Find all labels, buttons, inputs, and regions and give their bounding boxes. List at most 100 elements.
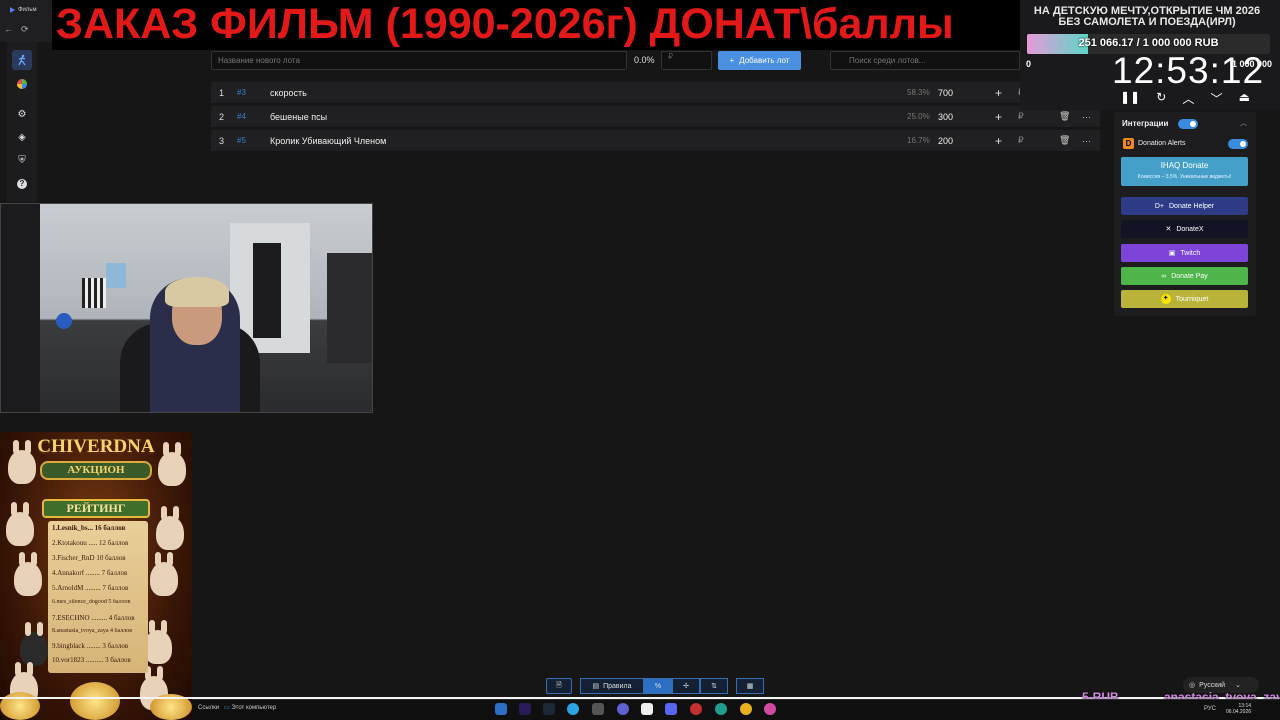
lot-percent: 58.3% [907,88,930,97]
chevron-up-icon[interactable]: ︿ [1182,90,1194,107]
lot-row[interactable]: 1 #3 скорость 58.3% 700 + ₽ 🗑 ··· [211,82,1100,103]
wheel-icon[interactable] [12,74,32,94]
rules-label: Правила [603,682,632,690]
runner-icon[interactable] [12,50,32,70]
ihaq-donate-subtitle: Комиссия – 3,5%. Уникальные виджеты! [1137,174,1232,180]
chevron-down-icon[interactable]: ﹀ [1211,90,1223,107]
notion-icon[interactable] [641,703,653,715]
integrations-title: Интеграции [1122,119,1169,128]
rating-row: 5.ArnoldM ......... 7 баллов [52,584,129,592]
browser-tab-label: Фильм [18,7,37,13]
tourniquet-button[interactable]: ✦ Tourniquet [1121,290,1248,308]
stream-overlay-title: ЗАКАЗ ФИЛЬМ (1990-2026г) ДОНАТ\баллы [52,0,1020,50]
help-icon[interactable]: ? [12,174,32,194]
lot-amount[interactable]: 300 [938,112,953,122]
taskbar-computer[interactable]: ▭ Этот компьютер [224,704,276,711]
add-lot-button[interactable]: + Добавить лот [718,51,801,70]
chevron-up-icon[interactable]: ︿ [1240,118,1247,128]
more-icon[interactable]: ··· [1082,136,1091,146]
obs-icon[interactable] [690,703,702,715]
app-sidebar: ⚙ ◈ ⛨ ? [7,42,37,202]
telegram-icon[interactable] [567,703,579,715]
donation-alerts-toggle[interactable] [1228,139,1248,149]
donate-pay-label: Donate Pay [1171,272,1208,280]
steam-icon[interactable] [543,703,555,715]
donatex-button[interactable]: ✕ DonateX [1121,220,1248,238]
donate-pay-icon: ∞ [1161,272,1167,280]
twitch-label: Twitch [1180,249,1201,257]
browser-tab[interactable]: Фильм [10,3,58,17]
donation-goal-text: 251 066.17 / 1 000 000 RUB [1078,37,1219,49]
save-icon[interactable]: 🗎 [546,678,572,694]
premiere-icon[interactable] [519,703,531,715]
more-icon[interactable]: ··· [1082,112,1091,122]
gear-icon[interactable]: ⚙ [12,104,32,124]
rules-button[interactable]: ▤ Правила [580,678,644,694]
search-lots-input[interactable] [830,51,1020,70]
taskbar-links[interactable]: Ссылки [198,705,219,711]
lot-name[interactable]: Кролик Убивающий Членом [270,136,386,146]
rating-row: 1.Lesnik_bs... 16 баллов [52,524,126,532]
donatex-label: DonateX [1176,225,1204,233]
settings-icon[interactable] [592,703,604,715]
lot-name[interactable]: скорость [270,88,307,98]
trash-icon[interactable]: 🗑 [1059,111,1070,122]
taskbar-computer-label: Этот компьютер [231,705,277,711]
donate-helper-button[interactable]: D+ Donate Helper [1121,197,1248,215]
lot-amount[interactable]: 200 [938,136,953,146]
tray-language[interactable]: РУС [1204,706,1216,712]
bunny-illustration [144,620,172,664]
app-icon[interactable] [764,703,776,715]
bunny-illustration [6,502,34,546]
bottom-toolbar: 🗎 ▤ Правила % ✢ ⇅ ▦ [546,678,764,694]
layers-icon[interactable]: ◈ [12,127,32,147]
file-explorer-icon[interactable] [495,703,507,715]
language-label: Русский [1199,681,1226,689]
lot-name-input[interactable] [211,51,627,70]
lot-amount-input[interactable]: ₽ [661,51,712,70]
restart-icon[interactable]: ↻ [1156,90,1166,107]
discord-icon[interactable] [665,703,677,715]
lot-percent: 0.0% [634,55,655,65]
sort-icon[interactable]: ⇅ [700,678,728,694]
shield-icon[interactable]: ⛨ [12,150,32,170]
reload-icon[interactable]: ⟳ [21,24,29,35]
donation-goal-min: 0 [1026,59,1032,69]
rating-row: 4.Annakorf ........ 7 баллов [52,569,128,577]
add-amount-icon[interactable]: + [995,110,1002,124]
donate-helper-label: Donate Helper [1169,202,1215,210]
donation-alerts-label: Donation Alerts [1138,140,1186,147]
donate-pay-button[interactable]: ∞ Donate Pay [1121,267,1248,285]
rating-row: 2.Ktotakouu ..... 12 баллов [52,539,129,547]
rating-row: 3.Fischer_RnD 10 баллов [52,554,126,562]
integrations-toggle[interactable] [1178,119,1198,129]
rating-row: 6.mes_silence_dogood 5 баллов [52,599,131,605]
chrome-icon[interactable] [740,703,752,715]
lot-row[interactable]: 3 #5 Кролик Убивающий Членом 16.7% 200 +… [211,130,1100,151]
vpn-icon[interactable] [617,703,629,715]
edge-icon[interactable] [715,703,727,715]
shuffle-icon[interactable]: ✢ [672,678,700,694]
add-amount-icon[interactable]: + [995,86,1002,100]
add-amount-icon[interactable]: + [995,134,1002,148]
bunny-illustration [150,552,178,596]
lot-row[interactable]: 2 #4 бешеные псы 25.0% 300 + ₽ 🗑 ··· [211,106,1100,127]
twitch-button[interactable]: ▣ Twitch [1121,244,1248,262]
lot-amount[interactable]: 700 [938,88,953,98]
globe-icon: ◎ [1189,682,1196,689]
lot-id: #4 [237,112,246,121]
trash-icon[interactable]: 🗑 [1059,135,1070,146]
pause-icon[interactable]: ❚❚ [1120,90,1140,107]
rules-icon: ▤ [592,683,600,690]
timer-controls: ❚❚ ↻ ︿ ﹀ ⏏ [1120,90,1250,107]
collapse-icon[interactable]: ⏏ [1239,90,1250,107]
poster-rating-label: РЕЙТИНГ [42,499,150,518]
lot-id: #3 [237,88,246,97]
percent-icon[interactable]: % [644,678,672,694]
back-icon[interactable]: ← [4,24,13,35]
archive-icon[interactable]: ▦ [736,678,764,694]
tray-clock[interactable]: 13:14 06.04.2026 [1226,703,1251,715]
lot-currency: ₽ [1018,135,1024,145]
chevron-down-icon: ⌄ [1235,682,1241,689]
lot-name[interactable]: бешеные псы [270,112,327,122]
